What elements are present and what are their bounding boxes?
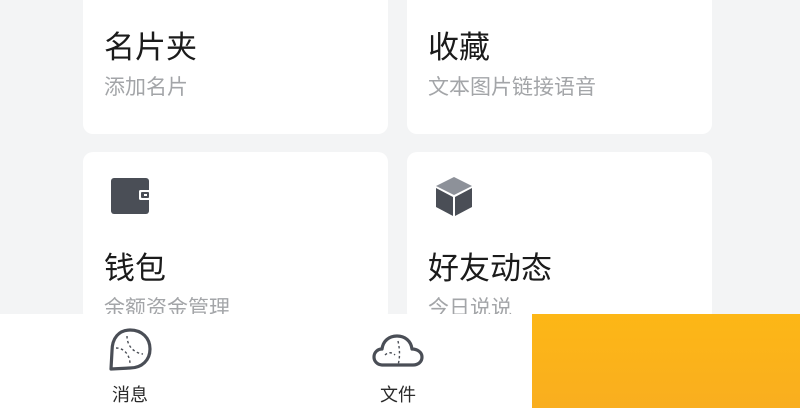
cube-icon <box>436 177 472 216</box>
card-title: 钱包 <box>104 251 166 287</box>
card-namecard[interactable]: 名片夹 添加名片 <box>83 0 388 134</box>
card-subtitle: 文本图片链接语音 <box>428 75 596 99</box>
card-title: 好友动态 <box>428 251 552 287</box>
card-moments[interactable]: 好友动态 今日说说 <box>407 152 712 322</box>
tab-messages[interactable]: 消息 <box>70 314 190 408</box>
cloud-icon <box>372 334 424 367</box>
message-bubble-icon <box>109 328 152 371</box>
card-title: 收藏 <box>428 30 490 66</box>
orange-overlay-panel <box>532 314 800 408</box>
tab-label: 消息 <box>112 385 148 406</box>
card-title: 名片夹 <box>104 30 197 66</box>
wallet-icon <box>111 178 152 214</box>
tab-label: 文件 <box>380 385 416 406</box>
tab-files[interactable]: 文件 <box>338 314 458 408</box>
card-subtitle: 添加名片 <box>104 75 188 99</box>
card-wallet[interactable]: 钱包 余额资金管理 <box>83 152 388 322</box>
card-favorites[interactable]: 收藏 文本图片链接语音 <box>407 0 712 134</box>
